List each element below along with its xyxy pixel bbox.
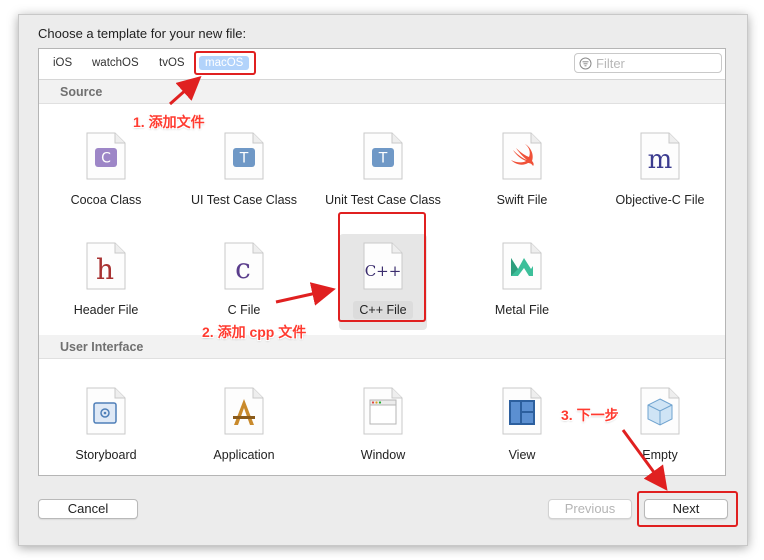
annotation-step-3: 3. 下一步 [561,407,619,423]
arrow-to-macos [169,76,202,106]
annotation-step-2: 2. 添加 cpp 文件 [202,324,307,340]
annotation-step-1: 1. 添加文件 [133,114,205,130]
annotation-arrows [169,76,668,491]
arrow-to-next [621,429,668,491]
arrow-to-cpp-file [275,282,336,306]
